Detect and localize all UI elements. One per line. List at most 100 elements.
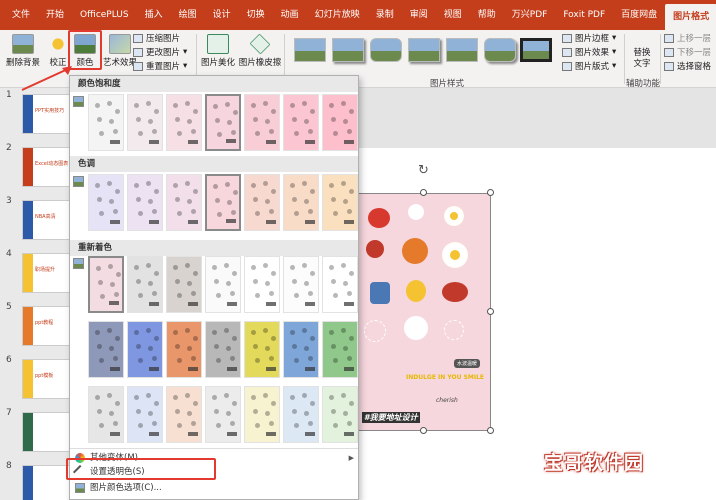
picture-style-1[interactable]	[294, 38, 326, 62]
tab-5[interactable]: 设计	[205, 0, 239, 30]
recolor-rows-option[interactable]	[166, 386, 202, 443]
tab-2[interactable]: OfficePLUS	[72, 0, 137, 30]
recolor-rows-option[interactable]	[244, 321, 280, 378]
recolor-rows-option[interactable]	[127, 321, 163, 378]
resize-handle-bottom[interactable]	[420, 427, 427, 434]
recolor-rows-option[interactable]	[283, 386, 319, 443]
tone-row-option[interactable]	[127, 174, 163, 231]
tab-16[interactable]: 图片格式	[665, 4, 716, 30]
tab-6[interactable]: 切换	[239, 0, 273, 30]
recolor-rows-option[interactable]	[205, 321, 241, 378]
tone-row-option[interactable]	[166, 174, 202, 231]
tab-8[interactable]: 幻灯片放映	[307, 0, 368, 30]
sticker-dot	[343, 411, 348, 416]
sat-row-option[interactable]	[283, 94, 319, 151]
recolor-rows-option[interactable]	[88, 386, 124, 443]
picture-style-2[interactable]	[332, 38, 364, 62]
sticker-dot	[310, 336, 315, 341]
resize-handle-right[interactable]	[487, 308, 494, 315]
tab-3[interactable]: 插入	[137, 0, 171, 30]
selection-pane-button[interactable]: 选择窗格	[664, 60, 711, 72]
sat-row-option[interactable]	[205, 94, 241, 151]
slide-thumbnail[interactable]	[22, 412, 74, 452]
recolor-rows-option[interactable]	[166, 256, 202, 313]
picture-eraser-button[interactable]: 图片橡皮擦	[238, 33, 282, 68]
compress-pictures-button[interactable]: 压缩图片	[133, 32, 180, 44]
tab-10[interactable]: 审阅	[402, 0, 436, 30]
sat-row-option[interactable]	[127, 94, 163, 151]
slide-thumbnail[interactable]: Excel动态图表	[22, 147, 74, 187]
tab-12[interactable]: 帮助	[470, 0, 504, 30]
sticker-dot	[187, 119, 192, 124]
sticker-dot	[173, 395, 178, 400]
sat-row-option[interactable]	[166, 94, 202, 151]
sticker-dot	[99, 358, 104, 363]
slide-thumbnail[interactable]: ppt教程	[22, 306, 74, 346]
resize-handle-top-right[interactable]	[487, 189, 494, 196]
tone-row-option[interactable]	[244, 174, 280, 231]
sticker-dot	[175, 344, 180, 349]
recolor-rows-option[interactable]	[322, 386, 358, 443]
rotate-handle-icon[interactable]: ↻	[418, 163, 429, 178]
slide-thumbnail[interactable]: ppt模板	[22, 359, 74, 399]
picture-border-button[interactable]: 图片边框 ▾	[562, 32, 616, 44]
picture-style-4[interactable]	[408, 38, 440, 62]
recolor-rows-option[interactable]	[244, 256, 280, 313]
sat-row-option[interactable]	[88, 94, 124, 151]
resize-handle-top[interactable]	[420, 189, 427, 196]
recolor-rows-option[interactable]	[205, 256, 241, 313]
recolor-rows-option[interactable]	[283, 256, 319, 313]
tone-row-option[interactable]	[283, 174, 319, 231]
sticker-dot	[154, 336, 159, 341]
recolor-rows-option[interactable]	[322, 321, 358, 378]
tab-13[interactable]: 万兴PDF	[504, 0, 556, 30]
slide-thumbnail[interactable]: PPT实用技巧	[22, 94, 74, 134]
label-mark	[227, 432, 237, 436]
sticker-dot	[265, 411, 270, 416]
recolor-rows-option[interactable]	[166, 321, 202, 378]
picture-layout-button[interactable]: 图片版式 ▾	[562, 60, 616, 72]
recolor-rows-option[interactable]	[88, 321, 124, 378]
recolor-rows-option[interactable]	[88, 256, 124, 313]
tab-15[interactable]: 百度网盘	[613, 0, 665, 30]
sticker-dot	[107, 393, 112, 398]
tone-row-option[interactable]	[88, 174, 124, 231]
recolor-rows-option[interactable]	[244, 386, 280, 443]
recolor-rows-option[interactable]	[127, 256, 163, 313]
sticker-dot	[224, 393, 229, 398]
tab-0[interactable]: 文件	[4, 0, 38, 30]
recolor-rows-option[interactable]	[205, 386, 241, 443]
picture-beautify-button[interactable]: 图片美化	[200, 34, 236, 68]
picture-color-options-item[interactable]: 图片颜色选项(C)...	[70, 480, 358, 496]
sat-row-option[interactable]	[322, 94, 358, 151]
send-backward-button[interactable]: 下移一层	[664, 46, 711, 58]
tab-1[interactable]: 开始	[38, 0, 72, 30]
reset-picture-button[interactable]: 重置图片 ▾	[133, 60, 187, 72]
selected-picture[interactable]: 水波温暖 INDULGE IN YOU SMILE cherish #我要地址设…	[355, 193, 491, 431]
tab-9[interactable]: 录制	[368, 0, 402, 30]
picture-effects-button[interactable]: 图片效果 ▾	[562, 46, 616, 58]
recolor-rows-option[interactable]	[127, 386, 163, 443]
tab-7[interactable]: 动画	[273, 0, 307, 30]
slide-thumbnail[interactable]: 职场提升	[22, 253, 74, 293]
tab-11[interactable]: 视图	[436, 0, 470, 30]
alt-text-button[interactable]: 替换 文字	[628, 48, 656, 70]
sticker-dot	[231, 210, 236, 215]
picture-style-3[interactable]	[370, 38, 402, 62]
change-picture-button[interactable]: 更改图片 ▾	[133, 46, 187, 58]
sticker-dot	[154, 109, 159, 114]
tone-row-option[interactable]	[205, 174, 241, 231]
bring-forward-button[interactable]: 上移一层	[664, 32, 711, 44]
slide-thumbnail[interactable]: NBA高清	[22, 200, 74, 240]
picture-style-5[interactable]	[446, 38, 478, 62]
recolor-rows-option[interactable]	[283, 321, 319, 378]
picture-style-7[interactable]	[520, 38, 552, 62]
recolor-rows-option[interactable]	[322, 256, 358, 313]
tab-14[interactable]: Foxit PDF	[555, 0, 613, 30]
resize-handle-bottom-right[interactable]	[487, 427, 494, 434]
picture-style-6[interactable]	[484, 38, 516, 62]
tab-4[interactable]: 绘图	[171, 0, 205, 30]
sat-row-option[interactable]	[244, 94, 280, 151]
tone-row-option[interactable]	[322, 174, 358, 231]
slide-thumbnail-title: NBA高清	[35, 214, 56, 220]
